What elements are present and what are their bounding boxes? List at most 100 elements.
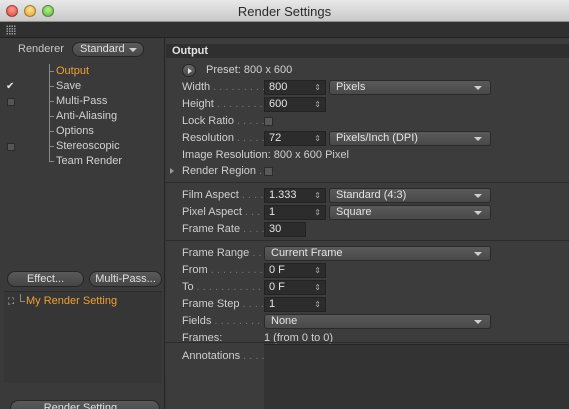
render-region-label: Render Region . . .: [182, 165, 274, 177]
height-value: 600: [269, 98, 288, 110]
to-row: To . . . . . . . . . . . . . . 0 F ⇕: [182, 280, 569, 295]
frame-step-label-text: Frame Step: [182, 298, 240, 310]
resolution-row: Resolution . . . . . . . 72 ⇕ Pixels/Inc…: [182, 131, 569, 146]
image-resolution-row: Image Resolution: 800 x 600 Pixel: [182, 148, 569, 163]
render-region-row: Render Region . . .: [170, 164, 569, 179]
fields-label: Fields . . . . . . . . . .: [182, 315, 272, 327]
annotations-textarea[interactable]: [264, 344, 569, 409]
fields-value: None: [271, 315, 298, 327]
stepper-icon[interactable]: ⇕: [314, 98, 321, 111]
sidebar-item-label: Stereoscopic: [56, 140, 120, 152]
from-label-text: From: [182, 264, 208, 276]
stepper-icon[interactable]: ⇕: [314, 281, 321, 294]
chevron-down-icon: [474, 252, 482, 256]
sidebar-item-options[interactable]: Options: [0, 124, 165, 139]
multi-pass-button[interactable]: Multi-Pass...: [89, 271, 162, 287]
film-aspect-row: Film Aspect . . . . . . 1.333 ⇕ Standard…: [182, 188, 569, 203]
sidebar-item-team-render[interactable]: Team Render: [0, 154, 165, 169]
render-settings-list: ⛶ My Render Setting: [4, 291, 162, 383]
height-label: Height . . . . . . . . . .: [182, 98, 275, 110]
width-field[interactable]: 800 ⇕: [264, 80, 326, 95]
film-aspect-value: 1.333: [269, 189, 297, 201]
render-region-label-text: Render Region: [182, 165, 256, 177]
setting-name: My Render Setting: [26, 295, 118, 307]
frame-rate-value: 30: [269, 223, 282, 235]
sidebar-item-output[interactable]: Output: [0, 64, 165, 79]
resolution-label-text: Resolution: [182, 132, 234, 144]
multi-pass-checkbox[interactable]: [7, 98, 15, 106]
film-aspect-label-text: Film Aspect: [182, 189, 239, 201]
film-aspect-field[interactable]: 1.333 ⇕: [264, 188, 326, 203]
resolution-value: 72: [269, 132, 282, 144]
sidebar-item-anti-aliasing[interactable]: Anti-Aliasing: [0, 109, 165, 124]
chevron-down-icon: [474, 137, 482, 141]
lock-ratio-label-text: Lock Ratio: [182, 115, 234, 127]
preset-play-icon[interactable]: [182, 64, 196, 77]
output-panel: Output Preset: 800 x 600 Width . . . . .…: [166, 38, 569, 409]
annotations-label: Annotations . . . . .: [182, 350, 271, 362]
film-aspect-select[interactable]: Standard (4:3): [329, 188, 491, 203]
pixel-aspect-preset-value: Square: [336, 206, 372, 218]
stereoscopic-checkbox[interactable]: [7, 143, 15, 151]
stepper-icon[interactable]: ⇕: [314, 189, 321, 202]
resolution-field[interactable]: 72 ⇕: [264, 131, 326, 146]
effect-button[interactable]: Effect...: [7, 271, 84, 287]
to-field[interactable]: 0 F ⇕: [264, 280, 326, 295]
window-title: Render Settings: [237, 4, 332, 19]
height-field[interactable]: 600 ⇕: [264, 97, 326, 112]
sidebar-item-label: Team Render: [56, 155, 123, 167]
sidebar-item-save[interactable]: ✔ Save: [0, 79, 165, 94]
from-value: 0 F: [269, 264, 285, 276]
pixel-aspect-select[interactable]: Square: [329, 205, 491, 220]
stepper-icon[interactable]: ⇕: [314, 81, 321, 94]
tree-branch: [20, 294, 25, 302]
lock-ratio-checkbox[interactable]: [264, 117, 273, 126]
resolution-unit-select[interactable]: Pixels/Inch (DPI): [329, 131, 491, 146]
sidebar-item-label: Anti-Aliasing: [56, 110, 118, 122]
section-header: Output: [166, 44, 569, 58]
sidebar-item-label: Save: [56, 80, 82, 92]
renderer-row: Renderer Standard: [0, 42, 165, 58]
pixel-aspect-row: Pixel Aspect . . . . . 1 ⇕ Square: [182, 205, 569, 220]
width-label-text: Width: [182, 81, 211, 93]
stepper-icon[interactable]: ⇕: [314, 132, 321, 145]
stepper-icon[interactable]: ⇕: [314, 206, 321, 219]
checkmark-icon[interactable]: ✔: [6, 79, 16, 94]
frame-rate-label-text: Frame Rate: [182, 223, 241, 235]
image-resolution-text: Image Resolution: 800 x 600 Pixel: [182, 149, 349, 161]
frame-range-select[interactable]: Current Frame: [264, 246, 491, 261]
frame-rate-field[interactable]: 30: [264, 222, 306, 237]
settings-icon: ⛶: [7, 296, 15, 306]
render-setting-button[interactable]: Render Setting...: [10, 400, 160, 409]
frame-range-row: Frame Range . . . . Current Frame: [182, 246, 569, 261]
tree-branch: [49, 64, 54, 72]
render-region-checkbox[interactable]: [264, 167, 273, 176]
tree-branch: [49, 79, 54, 87]
width-value: 800: [269, 81, 288, 93]
from-field[interactable]: 0 F ⇕: [264, 263, 326, 278]
height-row: Height . . . . . . . . . . 600 ⇕: [182, 97, 569, 112]
to-value: 0 F: [269, 281, 285, 293]
tool-strip: [0, 22, 569, 38]
grip-icon[interactable]: [6, 25, 16, 35]
sidebar-item-label: Options: [56, 125, 94, 137]
renderer-select[interactable]: Standard: [72, 42, 144, 57]
fields-select[interactable]: None: [264, 314, 491, 329]
chevron-down-icon: [474, 211, 482, 215]
tree-branch: [49, 139, 54, 147]
from-row: From . . . . . . . . . . . . 0 F ⇕: [182, 263, 569, 278]
sidebar-item-stereoscopic[interactable]: Stereoscopic: [0, 139, 165, 154]
stepper-icon[interactable]: ⇕: [314, 264, 321, 277]
tree-branch: [49, 154, 54, 162]
list-item[interactable]: ⛶ My Render Setting: [4, 294, 162, 309]
width-unit-select[interactable]: Pixels: [329, 80, 491, 95]
sidebar-item-multi-pass[interactable]: Multi-Pass: [0, 94, 165, 109]
width-unit-value: Pixels: [336, 81, 366, 93]
pixel-aspect-field[interactable]: 1 ⇕: [264, 205, 326, 220]
expand-arrow-icon[interactable]: [170, 168, 174, 174]
stepper-icon[interactable]: ⇕: [314, 298, 321, 311]
pixel-aspect-label-text: Pixel Aspect: [182, 206, 242, 218]
tree-branch: [49, 124, 54, 132]
frame-step-field[interactable]: 1 ⇕: [264, 297, 326, 312]
sidebar: Renderer Standard Output ✔ Save Multi-Pa…: [0, 38, 165, 409]
